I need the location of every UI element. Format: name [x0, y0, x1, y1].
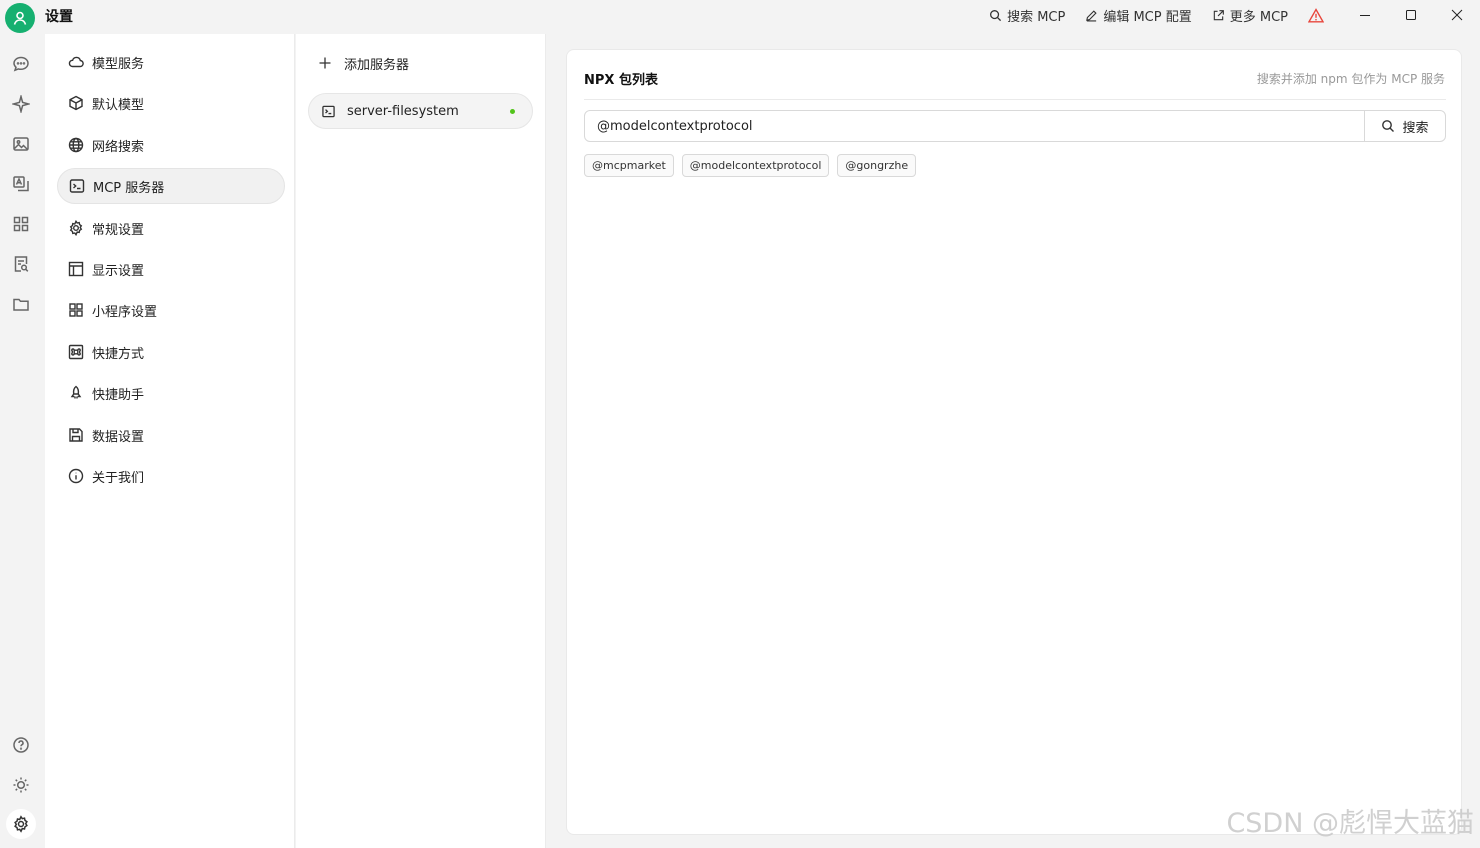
chat-icon[interactable]: [10, 53, 32, 75]
document-search-icon[interactable]: [10, 253, 32, 275]
menu-item-web-search[interactable]: 网络搜索: [57, 127, 285, 163]
user-icon: [13, 11, 27, 25]
user-avatar[interactable]: [5, 3, 35, 33]
image-icon[interactable]: [10, 133, 32, 155]
menu-item-label: 关于我们: [92, 470, 145, 486]
edit-mcp-config-label: 编辑 MCP 配置: [1103, 9, 1192, 25]
terminal-icon: [69, 179, 85, 193]
layout-icon: [68, 261, 84, 277]
menu-item-miniapp-settings[interactable]: 小程序设置: [57, 292, 285, 328]
save-icon: [69, 428, 83, 442]
search-button[interactable]: 搜索: [1364, 111, 1445, 141]
menu-item-quick-assistant[interactable]: 快捷助手: [57, 375, 285, 411]
menu-item-label: 网络搜索: [92, 139, 145, 155]
command-icon: [68, 344, 84, 360]
server-list-panel: 添加服务器 server-filesystem: [296, 34, 546, 848]
menu-item-about[interactable]: 关于我们: [57, 458, 285, 494]
maximize-button[interactable]: [1388, 1, 1434, 29]
npm-search-input[interactable]: [585, 111, 1364, 141]
menu-item-mcp-servers[interactable]: MCP 服务器: [57, 168, 285, 204]
main-content: NPX 包列表 搜索并添加 npm 包作为 MCP 服务 搜索 @mcpmark…: [546, 34, 1480, 848]
card-hint: 搜索并添加 npm 包作为 MCP 服务: [1256, 72, 1445, 86]
settings-icon[interactable]: [6, 809, 36, 839]
search-icon: [990, 9, 1002, 21]
cloud-icon: [68, 56, 84, 68]
cube-icon: [69, 95, 83, 111]
external-link-icon: [1213, 9, 1224, 20]
server-item-filesystem[interactable]: server-filesystem: [308, 93, 533, 129]
scope-tag[interactable]: @modelcontextprotocol: [681, 154, 830, 177]
menu-item-label: 常规设置: [92, 222, 145, 238]
npx-package-card: NPX 包列表 搜索并添加 npm 包作为 MCP 服务 搜索 @mcpmark…: [566, 49, 1462, 835]
watermark: CSDN @彪悍大蓝猫: [1226, 808, 1474, 839]
search-button-label: 搜索: [1402, 120, 1429, 136]
search-mcp-button[interactable]: 搜索 MCP: [989, 6, 1065, 25]
menu-item-label: 快捷方式: [92, 346, 145, 362]
titlebar-actions: 搜索 MCP 编辑 MCP 配置 更多 MCP: [989, 0, 1480, 30]
gear-icon: [69, 220, 83, 236]
rocket-icon: [70, 385, 82, 399]
menu-item-label: 小程序设置: [92, 304, 158, 320]
menu-item-label: 显示设置: [92, 263, 145, 279]
search-mcp-label: 搜索 MCP: [1007, 9, 1066, 25]
scope-tag[interactable]: @gongrzhe: [837, 154, 917, 177]
menu-item-label: MCP 服务器: [93, 180, 165, 196]
help-icon[interactable]: [10, 734, 32, 756]
minimize-icon: [1360, 15, 1370, 16]
menu-item-label: 数据设置: [92, 429, 145, 445]
apps-grid-icon[interactable]: [10, 213, 32, 235]
menu-item-shortcuts[interactable]: 快捷方式: [57, 334, 285, 370]
menu-item-label: 模型服务: [92, 56, 145, 72]
translate-icon[interactable]: [10, 173, 32, 195]
menu-item-label: 默认模型: [92, 97, 145, 113]
icon-rail: [0, 34, 45, 848]
divider: [584, 99, 1446, 100]
page-title: 设置: [45, 9, 73, 25]
add-server-button[interactable]: 添加服务器: [318, 52, 409, 74]
menu-item-display-settings[interactable]: 显示设置: [57, 251, 285, 287]
more-mcp-label: 更多 MCP: [1229, 9, 1288, 25]
info-icon: [68, 468, 84, 484]
menu-item-general-settings[interactable]: 常规设置: [57, 210, 285, 246]
minimize-button[interactable]: [1342, 1, 1388, 29]
close-button[interactable]: [1434, 1, 1480, 29]
theme-sun-icon[interactable]: [10, 774, 32, 796]
title-bar: 设置 搜索 MCP 编辑 MCP 配置 更多 MCP: [0, 0, 1480, 34]
terminal-icon: [322, 105, 335, 117]
pencil-icon: [1086, 9, 1097, 21]
npm-search-bar: 搜索: [584, 110, 1446, 142]
server-name: server-filesystem: [347, 103, 459, 119]
sparkle-icon[interactable]: [10, 93, 32, 115]
menu-item-data-settings[interactable]: 数据设置: [57, 417, 285, 453]
settings-menu: 模型服务 默认模型 网络搜索 MCP 服务器 常规设置 显示设置 小程序设置 快…: [45, 34, 295, 848]
globe-icon: [68, 137, 84, 153]
menu-item-default-model[interactable]: 默认模型: [57, 85, 285, 121]
search-icon: [1382, 120, 1395, 132]
folder-icon[interactable]: [10, 293, 32, 315]
grid-icon: [69, 303, 83, 317]
card-title: NPX 包列表: [584, 73, 658, 88]
close-icon: [1451, 9, 1463, 21]
maximize-icon: [1406, 10, 1416, 20]
scope-tag[interactable]: @mcpmarket: [584, 154, 674, 177]
plus-icon: [319, 57, 331, 69]
menu-item-model-service[interactable]: 模型服务: [57, 44, 285, 80]
warning-icon[interactable]: [1308, 7, 1324, 23]
scope-tag-list: @mcpmarket @modelcontextprotocol @gongrz…: [584, 154, 917, 177]
app-window: 设置 搜索 MCP 编辑 MCP 配置 更多 MCP 模型服务 默认模型 网络搜…: [0, 0, 1480, 848]
add-server-label: 添加服务器: [344, 57, 410, 73]
edit-mcp-config-button[interactable]: 编辑 MCP 配置: [1085, 6, 1192, 25]
status-indicator: [510, 109, 515, 114]
menu-item-label: 快捷助手: [92, 387, 145, 403]
more-mcp-button[interactable]: 更多 MCP: [1212, 6, 1288, 25]
